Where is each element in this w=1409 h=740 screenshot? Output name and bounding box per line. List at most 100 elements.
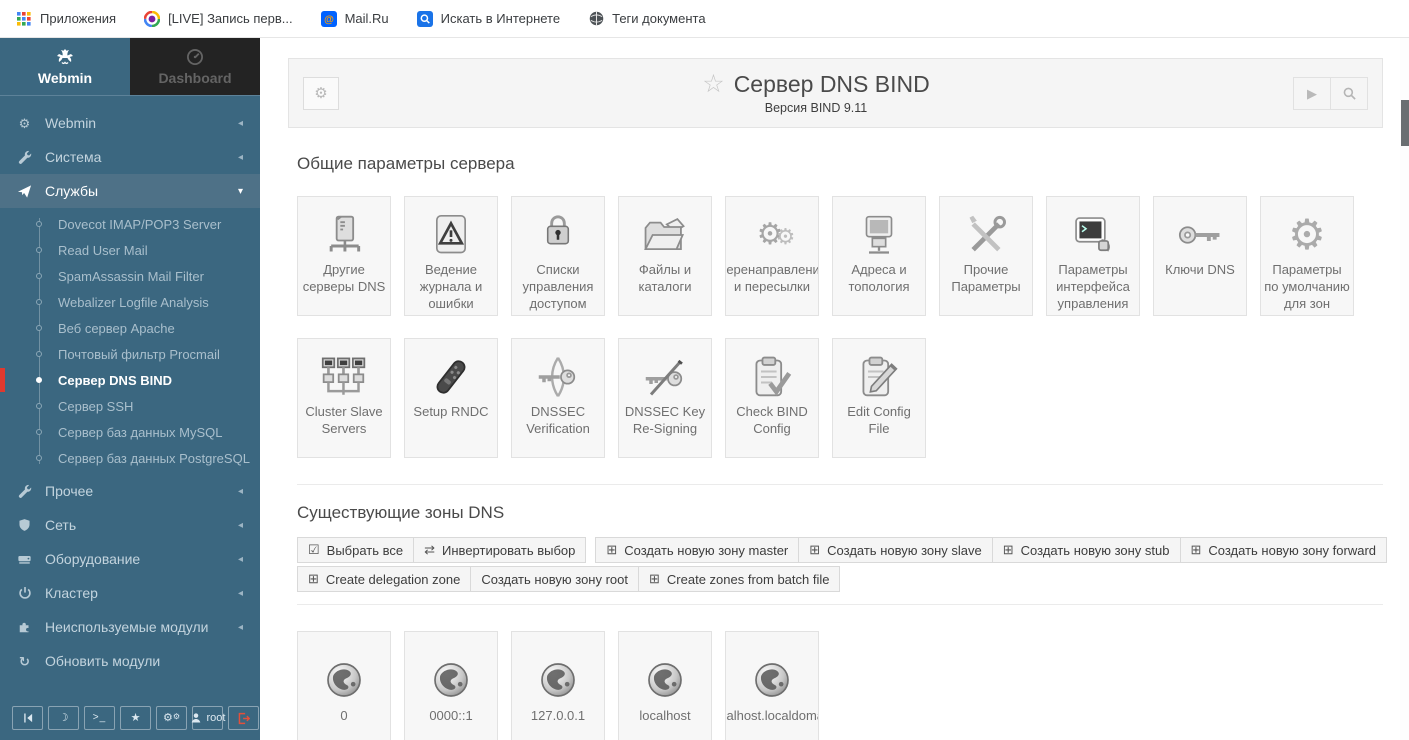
- zone-card[interactable]: 0000::1: [404, 631, 498, 740]
- zone-card[interactable]: 127.0.0.1: [511, 631, 605, 740]
- zone-action-button[interactable]: ☑Выбрать все: [297, 537, 414, 563]
- sidebar-subitem-сервер-баз-данных-postgresql[interactable]: Сервер баз данных PostgreSQL: [0, 445, 260, 471]
- live-swirl-icon: [144, 11, 160, 27]
- general-settings-grid: Другие серверы DNSВедение журнала и ошиб…: [297, 196, 1383, 458]
- main-content: ⚙ ☆ Сервер DNS BIND Версия BIND 9.11 ▶ О…: [260, 38, 1409, 740]
- module-card[interactable]: Setup RNDC: [404, 338, 498, 458]
- sidebar-subitem-сервер-dns-bind[interactable]: Сервер DNS BIND: [0, 367, 260, 393]
- scrollbar-track[interactable]: [1400, 38, 1409, 740]
- zone-card[interactable]: 0: [297, 631, 391, 740]
- bookmark-item[interactable]: @Mail.Ru: [321, 11, 389, 27]
- zone-action-button[interactable]: Создать новую зону root: [470, 566, 639, 592]
- send-icon: [17, 184, 32, 199]
- sidebar-subitem-сервер-баз-данных-mysql[interactable]: Сервер баз данных MySQL: [0, 419, 260, 445]
- module-card[interactable]: Ведение журнала и ошибки: [404, 196, 498, 316]
- zone-action-button[interactable]: ⊞Create delegation zone: [297, 566, 471, 592]
- search-module-button[interactable]: [1330, 77, 1368, 110]
- collapse-sidebar-button[interactable]: [12, 706, 43, 730]
- bullet-icon: [36, 455, 42, 461]
- sidebar-subitem-сервер-ssh[interactable]: Сервер SSH: [0, 393, 260, 419]
- zone-card[interactable]: localhost.localdomain: [725, 631, 819, 740]
- module-card[interactable]: Прочие Параметры: [939, 196, 1033, 316]
- sidebar-item-система[interactable]: Система◂: [0, 140, 260, 174]
- bookmark-label: [LIVE] Запись перв...: [168, 11, 293, 26]
- terminal-button[interactable]: >_: [84, 706, 115, 730]
- collapse-icon: [22, 712, 34, 724]
- zone-name-label: 0: [340, 708, 347, 723]
- bookmark-item[interactable]: [LIVE] Запись перв...: [144, 11, 293, 27]
- zone-action-label: Create zones from batch file: [667, 572, 830, 587]
- module-card[interactable]: DNSSEC Verification: [511, 338, 605, 458]
- zones-toolbar-row: ☑Выбрать все⇄Инвертировать выбор⊞Создать…: [297, 537, 1383, 563]
- user-button[interactable]: root: [192, 706, 223, 730]
- module-card[interactable]: Edit Config File: [832, 338, 926, 458]
- module-settings-button[interactable]: ⚙⚙: [156, 706, 187, 730]
- module-card[interactable]: Cluster Slave Servers: [297, 338, 391, 458]
- zone-name-label: 127.0.0.1: [531, 708, 585, 723]
- sidebar-tab-dashboard[interactable]: Dashboard: [130, 38, 260, 95]
- bookmark-item[interactable]: Теги документа: [588, 11, 705, 27]
- module-card-label: Cluster Slave Servers: [298, 403, 390, 437]
- module-card[interactable]: Адреса и топология: [832, 196, 926, 316]
- favorites-button[interactable]: ★: [120, 706, 151, 730]
- sidebar-subitem-label: SpamAssassin Mail Filter: [58, 269, 204, 284]
- sidebar-item-обновить-модули[interactable]: ↻Обновить модули: [0, 644, 260, 678]
- module-card[interactable]: Другие серверы DNS: [297, 196, 391, 316]
- module-config-button[interactable]: ⚙: [303, 77, 339, 110]
- sidebar-subitem-read-user-mail[interactable]: Read User Mail: [0, 237, 260, 263]
- module-card[interactable]: ⚙Параметры по умолчанию для зон: [1260, 196, 1354, 316]
- sidebar-subitem-webalizer-logfile-analysis[interactable]: Webalizer Logfile Analysis: [0, 289, 260, 315]
- module-card[interactable]: DNSSEC Key Re-Signing: [618, 338, 712, 458]
- module-card[interactable]: Ключи DNS: [1153, 196, 1247, 316]
- star-outline-icon[interactable]: ☆: [702, 72, 724, 97]
- module-card[interactable]: Параметры интерфейса управления: [1046, 196, 1140, 316]
- bullet-icon: [36, 351, 42, 357]
- module-card[interactable]: Файлы и каталоги: [618, 196, 712, 316]
- sidebar-item-webmin[interactable]: ⚙Webmin◂: [0, 106, 260, 140]
- zone-action-button[interactable]: ⊞Create zones from batch file: [638, 566, 840, 592]
- big-gear-icon: ⚙: [1288, 209, 1326, 261]
- module-card[interactable]: Check BIND Config: [725, 338, 819, 458]
- zone-action-button[interactable]: ⊞Создать новую зону master: [595, 537, 799, 563]
- sidebar-item-кластер[interactable]: Кластер◂: [0, 576, 260, 610]
- clipboard-edit-icon: [857, 351, 901, 403]
- zones-toolbar-row: ⊞Create delegation zoneСоздать новую зон…: [297, 566, 1383, 592]
- chevron-left-icon: ◂: [238, 520, 243, 531]
- module-card[interactable]: Списки управления доступом (ACL - Access…: [511, 196, 605, 316]
- sidebar-subitem-веб-сервер-apache[interactable]: Веб сервер Apache: [0, 315, 260, 341]
- squared-plus-icon: ⊞: [1003, 542, 1014, 558]
- zone-action-button[interactable]: ⇄Инвертировать выбор: [413, 537, 586, 563]
- zone-name-label: localhost: [639, 708, 690, 723]
- scrollbar-thumb[interactable]: [1401, 100, 1409, 146]
- sidebar-item-сеть[interactable]: Сеть◂: [0, 508, 260, 542]
- night-mode-button[interactable]: ☽: [48, 706, 79, 730]
- squared-plus-icon: ⊞: [1191, 542, 1202, 558]
- sidebar-item-службы[interactable]: Службы▾: [0, 174, 260, 208]
- zone-action-label: Создать новую зону slave: [827, 543, 982, 558]
- zone-action-button[interactable]: ⊞Создать новую зону forward: [1180, 537, 1388, 563]
- zone-action-button[interactable]: ⊞Создать новую зону stub: [992, 537, 1181, 563]
- logout-button[interactable]: [228, 706, 259, 730]
- sidebar-subitem-почтовый-фильтр-procmail[interactable]: Почтовый фильтр Procmail: [0, 341, 260, 367]
- apply-changes-button[interactable]: ▶: [1293, 77, 1331, 110]
- lock-icon: [539, 209, 577, 261]
- browser-bookmarks-bar: Приложения [LIVE] Запись перв... @Mail.Ru И…: [0, 0, 1409, 38]
- sidebar-item-label: Система: [45, 149, 101, 165]
- sidebar-subitem-dovecot-imap/pop3-server[interactable]: Dovecot IMAP/POP3 Server: [0, 211, 260, 237]
- bullet-icon: [36, 403, 42, 409]
- module-card[interactable]: ⚙⚙Перенаправление и пересылки: [725, 196, 819, 316]
- sidebar-tab-webmin[interactable]: Webmin: [0, 38, 130, 95]
- sidebar-menu: ⚙Webmin◂Система◂Службы▾Dovecot IMAP/POP3…: [0, 106, 260, 697]
- sidebar-item-неиспользуемые-модули[interactable]: Неиспользуемые модули◂: [0, 610, 260, 644]
- sidebar-subitem-spamassassin-mail-filter[interactable]: SpamAssassin Mail Filter: [0, 263, 260, 289]
- module-card-label: Списки управления доступом (ACL - Access…: [512, 261, 604, 316]
- sidebar-item-оборудование[interactable]: Оборудование◂: [0, 542, 260, 576]
- zone-action-button[interactable]: ⊞Создать новую зону slave: [798, 537, 993, 563]
- module-card-label: Check BIND Config: [726, 403, 818, 437]
- sidebar-divider: [0, 95, 260, 96]
- sidebar-item-прочее[interactable]: Прочее◂: [0, 474, 260, 508]
- globe-icon: [752, 660, 792, 708]
- bookmark-item[interactable]: Приложения: [16, 11, 116, 27]
- zone-card[interactable]: localhost: [618, 631, 712, 740]
- bookmark-item[interactable]: Искать в Интернете: [417, 11, 560, 27]
